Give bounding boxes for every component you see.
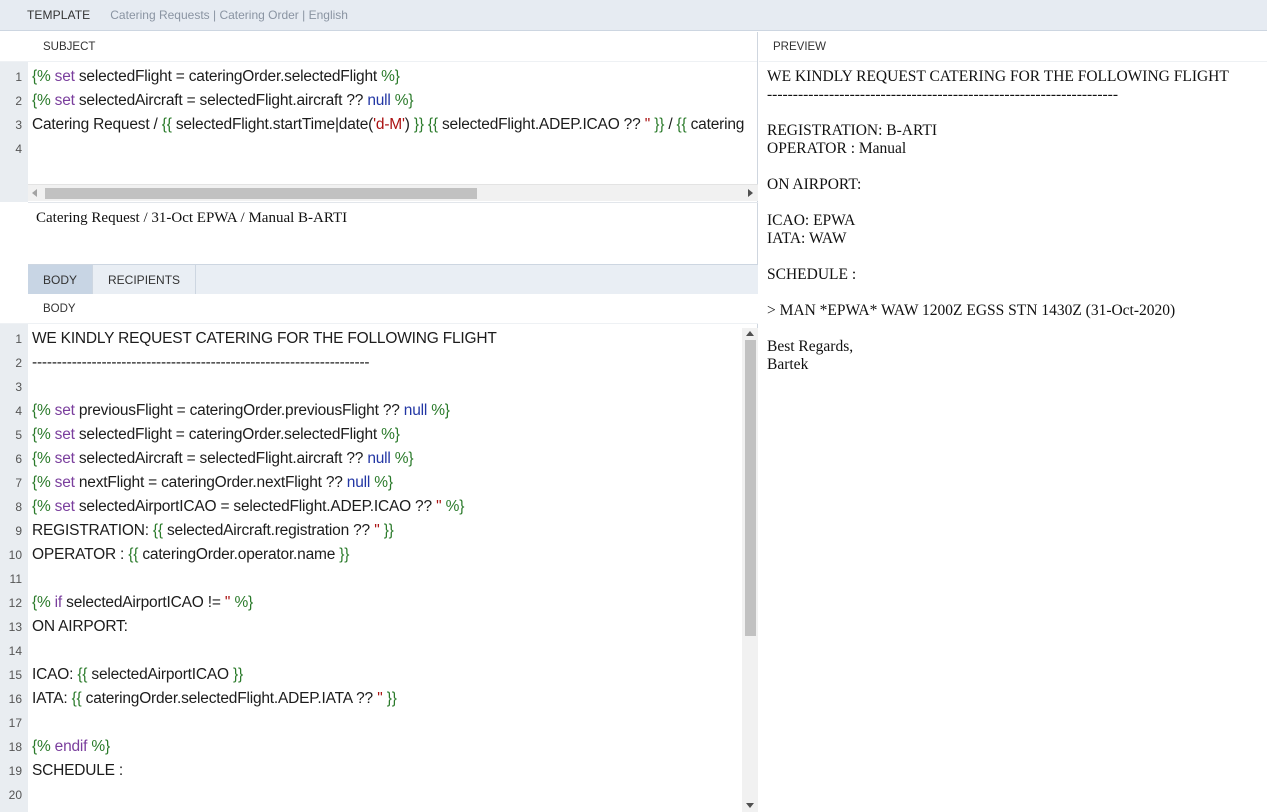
code-text[interactable]: {% set nextFlight = cateringOrder.nextFl… xyxy=(32,471,393,495)
line-number: 6 xyxy=(15,452,22,466)
line-number: 15 xyxy=(8,668,22,682)
code-line[interactable]: 3 Catering Request / {{ selectedFlight.s… xyxy=(0,113,758,137)
scroll-up-arrow-icon[interactable] xyxy=(746,331,754,336)
tab-recipients[interactable]: RECIPIENTS xyxy=(93,265,197,294)
preview-header-label: PREVIEW xyxy=(773,40,827,53)
line-number: 17 xyxy=(8,716,22,730)
code-text[interactable]: {% set selectedFlight = cateringOrder.se… xyxy=(32,423,400,447)
code-text[interactable]: {% endif %} xyxy=(32,735,110,759)
line-number: 2 xyxy=(15,94,22,108)
code-line[interactable]: 3 xyxy=(0,375,758,399)
code-text[interactable]: {% set selectedAircraft = selectedFlight… xyxy=(32,89,414,113)
code-text[interactable]: ICAO: {{ selectedAirportICAO }} xyxy=(32,663,243,687)
code-line[interactable]: 12 {% if selectedAirportICAO != '' %} xyxy=(0,591,758,615)
body-header: BODY xyxy=(0,294,758,324)
scroll-right-arrow-icon[interactable] xyxy=(748,189,753,197)
subject-editor[interactable]: 1 {% set selectedFlight = cateringOrder.… xyxy=(0,62,758,202)
line-number: 3 xyxy=(15,380,22,394)
line-number: 3 xyxy=(15,118,22,132)
code-line[interactable]: 11 xyxy=(0,567,758,591)
line-number: 1 xyxy=(15,70,22,84)
code-line[interactable]: 18 {% endif %} xyxy=(0,735,758,759)
line-number: 20 xyxy=(8,788,22,802)
code-text[interactable]: ON AIRPORT: xyxy=(32,615,128,639)
template-label: TEMPLATE xyxy=(27,8,91,22)
subject-header: SUBJECT xyxy=(0,32,757,62)
code-line[interactable]: 2 ---------------------------------------… xyxy=(0,351,758,375)
line-number: 9 xyxy=(15,524,22,538)
line-number: 7 xyxy=(15,476,22,490)
line-number: 18 xyxy=(8,740,22,754)
subject-header-label: SUBJECT xyxy=(43,40,96,53)
subject-horizontal-scrollbar[interactable] xyxy=(28,184,758,201)
preview-panel: PREVIEW WE KINDLY REQUEST CATERING FOR T… xyxy=(759,32,1267,812)
top-bar: TEMPLATE Catering Requests | Catering Or… xyxy=(0,0,1267,31)
scrollbar-thumb[interactable] xyxy=(45,188,477,199)
line-number: 19 xyxy=(8,764,22,778)
code-text[interactable]: ----------------------------------------… xyxy=(32,351,370,375)
preview-header: PREVIEW xyxy=(759,32,1267,62)
code-line[interactable]: 19 SCHEDULE : xyxy=(0,759,758,783)
editor-panel: SUBJECT 1 {% set selectedFlight = cateri… xyxy=(0,32,758,812)
line-number: 5 xyxy=(15,428,22,442)
line-number: 16 xyxy=(8,692,22,706)
code-text[interactable]: WE KINDLY REQUEST CATERING FOR THE FOLLO… xyxy=(32,327,497,351)
code-line[interactable]: 2 {% set selectedAircraft = selectedFlig… xyxy=(0,89,758,113)
code-line[interactable]: 4 {% set previousFlight = cateringOrder.p… xyxy=(0,399,758,423)
line-number: 14 xyxy=(8,644,22,658)
code-line[interactable]: 16 IATA: {{ cateringOrder.selectedFlight.… xyxy=(0,687,758,711)
line-number: 4 xyxy=(15,142,22,156)
line-number: 13 xyxy=(8,620,22,634)
subject-preview: Catering Request / 31-Oct EPWA / Manual … xyxy=(28,202,758,264)
code-text[interactable]: Catering Request / {{ selectedFlight.sta… xyxy=(32,113,744,137)
code-line[interactable]: 10 OPERATOR : {{ cateringOrder.operator.n… xyxy=(0,543,758,567)
line-number: 2 xyxy=(15,356,22,370)
code-line[interactable]: 1 {% set selectedFlight = cateringOrder.… xyxy=(0,65,758,89)
body-header-label: BODY xyxy=(43,302,76,315)
scroll-left-arrow-icon[interactable] xyxy=(32,189,37,197)
code-line[interactable]: 6 {% set selectedAircraft = selectedFligh… xyxy=(0,447,758,471)
code-line[interactable]: 14 xyxy=(0,639,758,663)
line-number: 11 xyxy=(9,572,22,586)
code-text[interactable]: OPERATOR : {{ cateringOrder.operator.nam… xyxy=(32,543,349,567)
code-line[interactable]: 15 ICAO: {{ selectedAirportICAO }} xyxy=(0,663,758,687)
line-number: 10 xyxy=(8,548,22,562)
code-text[interactable]: {% set selectedAirportICAO = selectedFli… xyxy=(32,495,464,519)
tab-body[interactable]: BODY xyxy=(28,265,94,294)
code-text[interactable]: SCHEDULE : xyxy=(32,759,123,783)
line-number: 12 xyxy=(8,596,22,610)
code-line[interactable]: 5 {% set selectedFlight = cateringOrder.s… xyxy=(0,423,758,447)
code-line[interactable]: 9 REGISTRATION: {{ selectedAircraft.regis… xyxy=(0,519,758,543)
code-text[interactable]: {% if selectedAirportICAO != '' %} xyxy=(32,591,253,615)
body-tabs: BODY RECIPIENTS xyxy=(28,264,758,294)
code-text[interactable]: REGISTRATION: {{ selectedAircraft.regist… xyxy=(32,519,394,543)
preview-content: WE KINDLY REQUEST CATERING FOR THE FOLLO… xyxy=(767,68,1229,373)
code-text[interactable]: {% set selectedFlight = cateringOrder.se… xyxy=(32,65,400,89)
breadcrumb: Catering Requests | Catering Order | Eng… xyxy=(110,8,348,22)
body-editor[interactable]: 1 WE KINDLY REQUEST CATERING FOR THE FOLL… xyxy=(0,324,758,812)
code-text[interactable]: {% set previousFlight = cateringOrder.pr… xyxy=(32,399,450,423)
line-number: 8 xyxy=(15,500,22,514)
code-line[interactable]: 20 xyxy=(0,783,758,807)
body-vertical-scrollbar[interactable] xyxy=(742,328,758,812)
code-line[interactable]: 13 ON AIRPORT: xyxy=(0,615,758,639)
scroll-down-arrow-icon[interactable] xyxy=(746,803,754,808)
line-number: 4 xyxy=(15,404,22,418)
code-text[interactable]: IATA: {{ cateringOrder.selectedFlight.AD… xyxy=(32,687,397,711)
code-line[interactable]: 17 xyxy=(0,711,758,735)
code-text[interactable]: {% set selectedAircraft = selectedFlight… xyxy=(32,447,414,471)
code-line[interactable]: 7 {% set nextFlight = cateringOrder.nextF… xyxy=(0,471,758,495)
scrollbar-thumb[interactable] xyxy=(745,340,756,636)
line-number: 1 xyxy=(15,332,22,346)
code-line[interactable]: 1 WE KINDLY REQUEST CATERING FOR THE FOLL… xyxy=(0,327,758,351)
code-line[interactable]: 8 {% set selectedAirportICAO = selectedFl… xyxy=(0,495,758,519)
code-line[interactable]: 4 xyxy=(0,137,758,161)
